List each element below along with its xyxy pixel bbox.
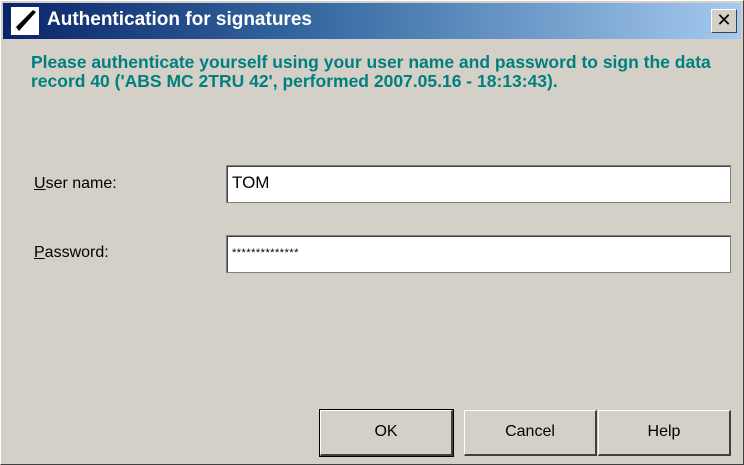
close-button[interactable]: ✕ bbox=[711, 9, 737, 33]
title-bar[interactable]: Authentication for signatures ✕ bbox=[3, 3, 741, 39]
user-name-input[interactable]: TOM bbox=[226, 165, 731, 203]
password-label-text: assword: bbox=[44, 244, 109, 261]
password-label: Password: bbox=[34, 244, 109, 262]
pen-signature-icon bbox=[11, 7, 39, 35]
password-input[interactable]: ************** bbox=[226, 235, 731, 273]
user-name-label-accelerator: U bbox=[34, 175, 46, 192]
close-icon: ✕ bbox=[716, 10, 732, 31]
ok-button[interactable]: OK bbox=[319, 409, 454, 457]
auth-dialog: Authentication for signatures ✕ Please a… bbox=[0, 0, 744, 465]
help-button[interactable]: Help bbox=[598, 410, 731, 456]
instruction-message: Please authenticate yourself using your … bbox=[31, 52, 711, 91]
cancel-button[interactable]: Cancel bbox=[464, 410, 597, 456]
window-title: Authentication for signatures bbox=[47, 9, 312, 30]
user-name-label-text: ser name: bbox=[45, 175, 117, 192]
password-label-accelerator: P bbox=[34, 244, 45, 261]
user-name-label: User name: bbox=[34, 175, 117, 193]
